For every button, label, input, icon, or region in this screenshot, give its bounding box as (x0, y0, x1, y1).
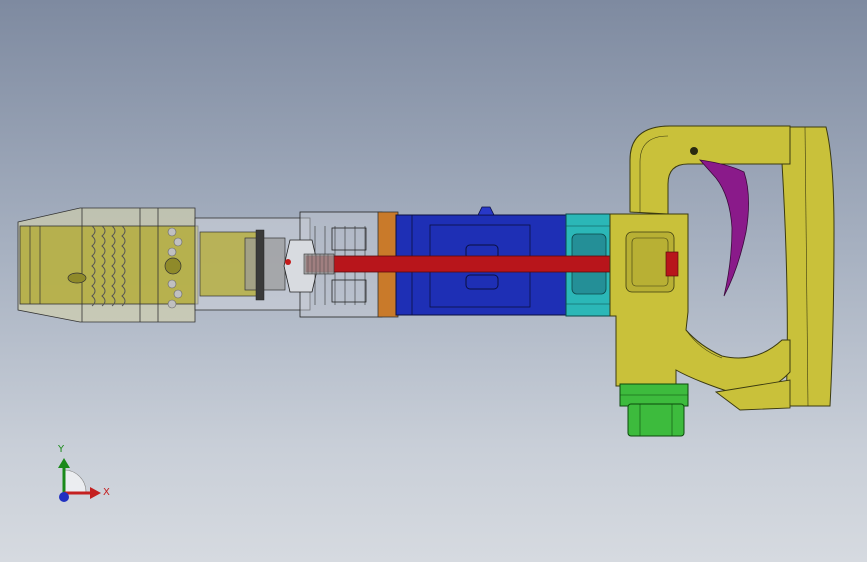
triad-x-label: X (103, 487, 110, 498)
air-inlet-fitting[interactable] (619, 383, 689, 437)
pneumatic-hammer-model[interactable] (0, 0, 867, 562)
rod-end-nut (665, 251, 679, 277)
cad-viewport[interactable]: Y X (0, 0, 867, 562)
z-axis-dot (59, 492, 69, 502)
coordinate-triad (58, 458, 101, 502)
trigger[interactable] (698, 159, 749, 297)
triad-y-label: Y (58, 444, 65, 455)
